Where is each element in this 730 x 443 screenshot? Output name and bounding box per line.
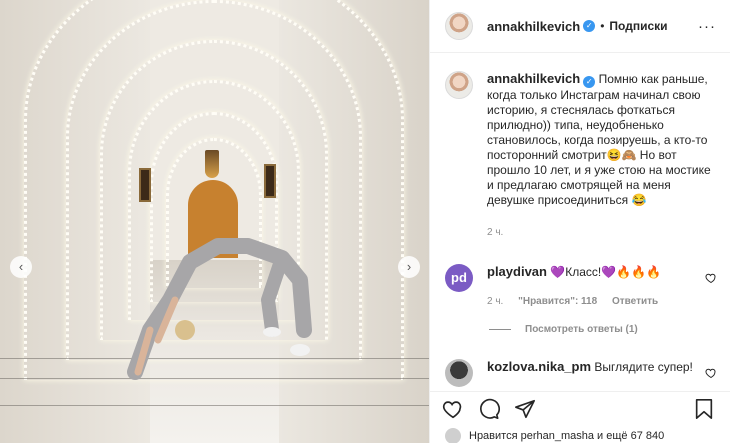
following-button[interactable]: Подписки [609, 19, 667, 33]
post-header: annakhilkevich ✓ • Подписки ··· [430, 0, 730, 53]
comment-body: kozlova.nika_pm Выглядите супер! [487, 359, 713, 387]
caption: annakhilkevich ✓ Помню как раньше, когда … [430, 71, 730, 240]
liked-by-text: Нравится perhan_masha и ещё 67 840 [469, 430, 665, 442]
caption-username[interactable]: annakhilkevich [487, 71, 580, 86]
commenter-avatar[interactable] [445, 359, 473, 387]
post-action-bar [430, 391, 730, 425]
view-replies-button[interactable]: Посмотреть ответы (1) [489, 324, 638, 335]
comment-meta: 2 ч. "Нравится": 118 Ответить [487, 294, 713, 309]
liked-by-row[interactable]: Нравится perhan_masha и ещё 67 840 [445, 428, 664, 443]
comment-username[interactable]: kozlova.nika_pm [487, 359, 591, 374]
comment-item: pd playdivan 💜Класс!💜🔥🔥🔥 2 ч. "Нравится"… [430, 264, 730, 309]
separator-dot: • [600, 19, 605, 33]
comment-text: Выглядите супер! [594, 360, 693, 374]
comment-like-heart-icon[interactable] [705, 367, 717, 379]
share-paper-plane-icon[interactable] [512, 396, 538, 422]
comment-body: playdivan 💜Класс!💜🔥🔥🔥 2 ч. "Нравится": 1… [487, 264, 713, 309]
author-avatar[interactable] [445, 12, 473, 40]
author-username[interactable]: annakhilkevich [487, 19, 580, 34]
caption-time[interactable]: 2 ч. [487, 227, 503, 238]
caption-body: annakhilkevich ✓ Помню как раньше, когда … [487, 71, 713, 240]
comments-list[interactable]: annakhilkevich ✓ Помню как раньше, когда … [430, 54, 730, 391]
replies-divider [489, 329, 511, 330]
more-options-icon[interactable]: ··· [698, 18, 716, 35]
comment-item: kozlova.nika_pm Выглядите супер! [430, 359, 730, 387]
verified-badge-icon: ✓ [583, 20, 596, 32]
save-bookmark-icon[interactable] [691, 396, 717, 422]
post-photo[interactable]: ‹ › [0, 0, 429, 443]
post-sidebar: annakhilkevich ✓ • Подписки ··· annakhil… [429, 0, 730, 443]
comment-likes[interactable]: "Нравится": 118 [518, 296, 597, 307]
author-avatar[interactable] [445, 71, 473, 99]
reply-button[interactable]: Ответить [612, 296, 658, 307]
caption-meta: 2 ч. [487, 225, 713, 240]
liker-avatar [445, 428, 461, 443]
like-heart-icon[interactable] [440, 396, 466, 422]
prev-photo-button[interactable]: ‹ [10, 256, 32, 278]
comment-like-heart-icon[interactable] [705, 272, 717, 284]
commenter-avatar[interactable]: pd [445, 264, 473, 292]
caption-text: Помню как раньше, когда только Инстаграм… [487, 72, 711, 207]
verified-badge-icon: ✓ [583, 76, 596, 88]
comment-text: 💜Класс!💜🔥🔥🔥 [550, 265, 662, 279]
comment-bubble-icon[interactable] [476, 396, 502, 422]
next-photo-button[interactable]: › [398, 256, 420, 278]
comment-username[interactable]: playdivan [487, 264, 547, 279]
woman-backbend-figure [127, 238, 312, 380]
comment-time[interactable]: 2 ч. [487, 296, 503, 307]
view-replies-label: Посмотреть ответы (1) [525, 324, 638, 335]
